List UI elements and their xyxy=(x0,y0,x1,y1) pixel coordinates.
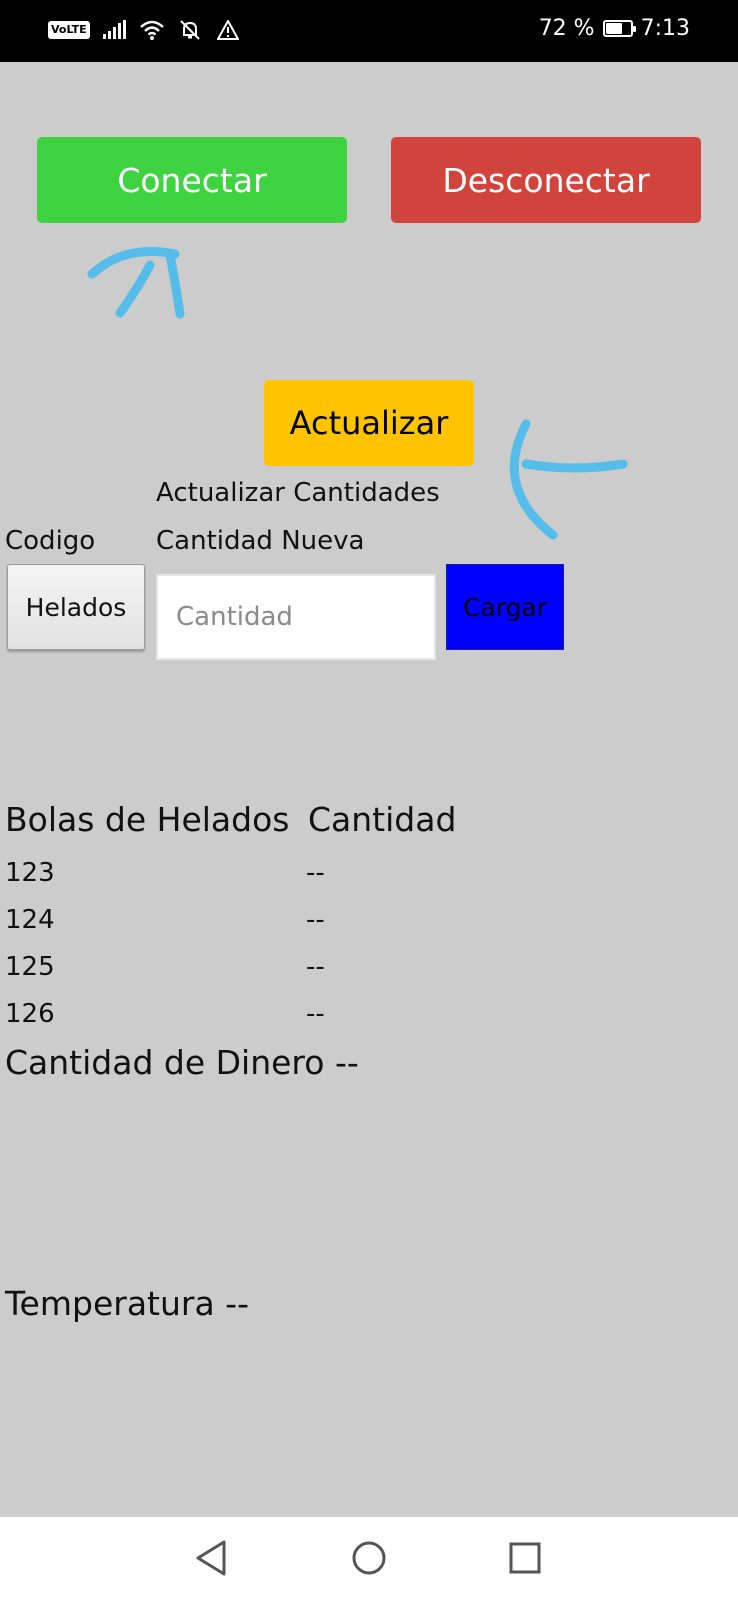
status-icons-left: VoLTE xyxy=(48,18,242,42)
annotation-arrow-update xyxy=(509,419,628,540)
table-row-code: 125 xyxy=(5,952,55,982)
home-icon[interactable] xyxy=(348,1537,390,1579)
connect-button[interactable]: Conectar xyxy=(37,137,347,223)
battery-level xyxy=(605,23,623,34)
signal-icon xyxy=(100,18,128,42)
disconnect-button[interactable]: Desconectar xyxy=(391,137,701,223)
table-row-code: 123 xyxy=(5,858,55,888)
battery-percent: 72 % xyxy=(538,16,595,41)
table-row-code: 126 xyxy=(5,999,55,1029)
navigation-bar xyxy=(0,1517,738,1600)
code-select-button[interactable]: Helados xyxy=(7,564,145,650)
update-quantities-title: Actualizar Cantidades xyxy=(156,478,440,508)
warning-icon xyxy=(214,18,242,42)
new-quantity-label: Cantidad Nueva xyxy=(156,526,365,556)
wifi-icon xyxy=(138,18,166,42)
table-header-quantity: Cantidad xyxy=(308,800,457,839)
table-row-quantity: -- xyxy=(306,858,325,888)
quantity-input[interactable] xyxy=(156,574,436,660)
battery-icon xyxy=(602,20,636,37)
notifications-off-icon xyxy=(176,18,204,42)
load-button[interactable]: Cargar xyxy=(446,564,564,650)
code-label: Codigo xyxy=(5,526,96,556)
volte-icon: VoLTE xyxy=(48,21,90,39)
table-row-code: 124 xyxy=(5,905,55,935)
annotation-arrow-connect xyxy=(87,247,185,319)
update-button[interactable]: Actualizar xyxy=(264,380,474,466)
table-row-quantity: -- xyxy=(306,905,325,935)
clock: 7:13 xyxy=(640,16,690,41)
status-icons-right: 72 % 7:13 xyxy=(539,16,690,41)
status-bar: VoLTE 72 % 7:13 xyxy=(0,0,738,62)
money-readout: Cantidad de Dinero -- xyxy=(5,1043,359,1082)
table-row-quantity: -- xyxy=(306,952,325,982)
table-header-flavors: Bolas de Helados xyxy=(5,800,290,839)
temperature-readout: Temperatura -- xyxy=(5,1284,249,1323)
back-icon[interactable] xyxy=(190,1537,232,1579)
recents-icon[interactable] xyxy=(504,1537,546,1579)
table-row-quantity: -- xyxy=(306,999,325,1029)
